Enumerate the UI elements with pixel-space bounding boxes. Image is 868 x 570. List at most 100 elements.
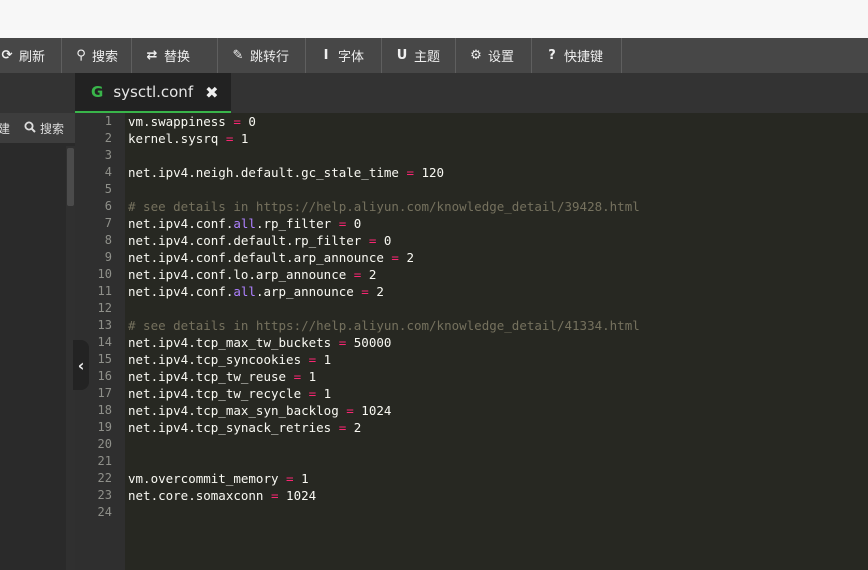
browser-top-area bbox=[0, 0, 868, 38]
toolbar-button-magnet[interactable]: U 主题 bbox=[382, 38, 456, 73]
code-token: net.ipv4.tcp_tw_recycle bbox=[128, 386, 309, 401]
code-token: = bbox=[286, 471, 294, 486]
code-token: = bbox=[391, 250, 399, 265]
sidebar-search-button[interactable]: 搜索 bbox=[24, 120, 64, 137]
line-number: 21 bbox=[97, 454, 112, 468]
code-token: = bbox=[361, 284, 369, 299]
sidebar-collapse-button[interactable]: ‹ bbox=[73, 340, 89, 390]
code-token: net.ipv4.conf. bbox=[128, 216, 234, 231]
code-line: # see details in https://help.aliyun.com… bbox=[128, 317, 640, 334]
tab-filename: sysctl.conf bbox=[113, 83, 194, 101]
toolbar-button-font[interactable]: I 字体 bbox=[306, 38, 382, 73]
code-token: 0 bbox=[376, 233, 392, 248]
magnet-icon: U bbox=[396, 48, 408, 63]
code-token: net.ipv4.tcp_tw_reuse bbox=[128, 369, 294, 384]
toolbar-button-gear[interactable]: ⚙ 设置 bbox=[456, 38, 532, 73]
toolbar-button-replace[interactable]: ⇄ 替换 bbox=[132, 38, 218, 73]
code-token: 120 bbox=[413, 165, 445, 180]
code-token: # see details in https://help.aliyun.com… bbox=[128, 318, 640, 333]
code-token: 2 bbox=[346, 420, 362, 435]
code-token: # see details in https://help.aliyun.com… bbox=[128, 199, 640, 214]
sidebar-header: 建 搜索 bbox=[0, 113, 75, 143]
toolbar-button-refresh[interactable]: ⟳ 刷新 bbox=[0, 38, 62, 73]
code-line: net.ipv4.tcp_tw_recycle = 1 bbox=[128, 385, 331, 402]
toolbar-button-pin[interactable]: ✎ 跳转行 bbox=[218, 38, 306, 73]
toolbar-label: 刷新 bbox=[19, 50, 46, 65]
toolbar-button-search[interactable]: ⚲ 搜索 bbox=[62, 38, 132, 73]
code-line: net.ipv4.conf.default.rp_filter = 0 bbox=[128, 232, 391, 249]
line-number: 19 bbox=[97, 420, 112, 434]
gear-icon: ⚙ bbox=[470, 48, 482, 63]
line-number: 11 bbox=[97, 284, 112, 298]
code-token: 1 bbox=[301, 369, 317, 384]
toolbar-label: 快捷键 bbox=[564, 50, 604, 65]
toolbar-label: 设置 bbox=[488, 50, 515, 65]
code-token: net.ipv4.tcp_syncookies bbox=[128, 352, 309, 367]
sidebar-scrollbar-thumb[interactable] bbox=[67, 148, 74, 206]
file-tree-panel bbox=[0, 143, 75, 570]
code-token: net.core.somaxconn bbox=[128, 488, 271, 503]
code-token: kernel.sysrq bbox=[128, 131, 226, 146]
replace-icon: ⇄ bbox=[146, 48, 158, 63]
code-token: 1 bbox=[233, 131, 249, 146]
code-token: net.ipv4.conf. bbox=[128, 284, 234, 299]
font-icon: I bbox=[323, 48, 329, 63]
chevron-left-icon: ‹ bbox=[77, 355, 85, 375]
file-type-icon: G bbox=[91, 83, 104, 101]
code-token: net.ipv4.tcp_max_syn_backlog bbox=[128, 403, 347, 418]
code-line: net.ipv4.tcp_syncookies = 1 bbox=[128, 351, 331, 368]
toolbar-label: 搜索 bbox=[91, 50, 118, 65]
code-line: net.ipv4.tcp_max_tw_buckets = 50000 bbox=[128, 334, 391, 351]
code-token: net.ipv4.tcp_synack_retries bbox=[128, 420, 339, 435]
line-number: 10 bbox=[97, 267, 112, 281]
code-line: net.ipv4.tcp_synack_retries = 2 bbox=[128, 419, 361, 436]
code-token: net.ipv4.conf.default.rp_filter bbox=[128, 233, 369, 248]
toolbar-label: 跳转行 bbox=[250, 50, 290, 65]
code-line: # see details in https://help.aliyun.com… bbox=[128, 198, 640, 215]
code-token: 1024 bbox=[278, 488, 317, 503]
code-line: vm.swappiness = 0 bbox=[128, 113, 256, 130]
code-line: net.ipv4.conf.all.rp_filter = 0 bbox=[128, 215, 361, 232]
code-line: kernel.sysrq = 1 bbox=[128, 130, 248, 147]
line-number: 1 bbox=[104, 114, 112, 128]
code-token: vm.swappiness bbox=[128, 114, 234, 129]
line-number: 5 bbox=[104, 182, 112, 196]
line-number: 18 bbox=[97, 403, 112, 417]
line-number: 23 bbox=[97, 488, 112, 502]
line-number: 7 bbox=[104, 216, 112, 230]
code-token: = bbox=[271, 488, 279, 503]
code-token: 0 bbox=[346, 216, 362, 231]
code-line: net.ipv4.conf.lo.arp_announce = 2 bbox=[128, 266, 376, 283]
code-token: = bbox=[233, 114, 241, 129]
code-token: = bbox=[346, 403, 354, 418]
code-line: net.ipv4.tcp_tw_reuse = 1 bbox=[128, 368, 316, 385]
help-icon: ? bbox=[548, 48, 556, 63]
tab-sysctl-conf[interactable]: G sysctl.conf ✖ bbox=[75, 73, 231, 113]
code-token: 50000 bbox=[346, 335, 392, 350]
close-icon[interactable]: ✖ bbox=[205, 83, 218, 102]
line-number: 3 bbox=[104, 148, 112, 162]
pin-icon: ✎ bbox=[232, 48, 244, 63]
code-token: 1024 bbox=[353, 403, 392, 418]
code-line: net.core.somaxconn = 1024 bbox=[128, 487, 316, 504]
code-token: 1 bbox=[293, 471, 309, 486]
code-token: = bbox=[406, 165, 414, 180]
code-token: net.ipv4.conf.lo.arp_announce bbox=[128, 267, 354, 282]
line-number: 6 bbox=[104, 199, 112, 213]
line-number: 4 bbox=[104, 165, 112, 179]
toolbar-label: 替换 bbox=[164, 50, 191, 65]
sidebar-partial-label: 建 bbox=[0, 121, 11, 136]
line-number: 22 bbox=[97, 471, 112, 485]
toolbar-button-help[interactable]: ? 快捷键 bbox=[532, 38, 622, 73]
line-number: 12 bbox=[97, 301, 112, 315]
toolbar-label: 字体 bbox=[338, 50, 365, 65]
code-token: 1 bbox=[316, 352, 332, 367]
code-token: .rp_filter bbox=[255, 216, 339, 231]
code-line: net.ipv4.conf.all.arp_announce = 2 bbox=[128, 283, 384, 300]
search-icon bbox=[24, 121, 36, 136]
line-number: 9 bbox=[104, 250, 112, 264]
code-token: 2 bbox=[398, 250, 414, 265]
code-token: vm.overcommit_memory bbox=[128, 471, 287, 486]
code-token: 1 bbox=[316, 386, 332, 401]
sidebar-search-label: 搜索 bbox=[40, 121, 65, 136]
